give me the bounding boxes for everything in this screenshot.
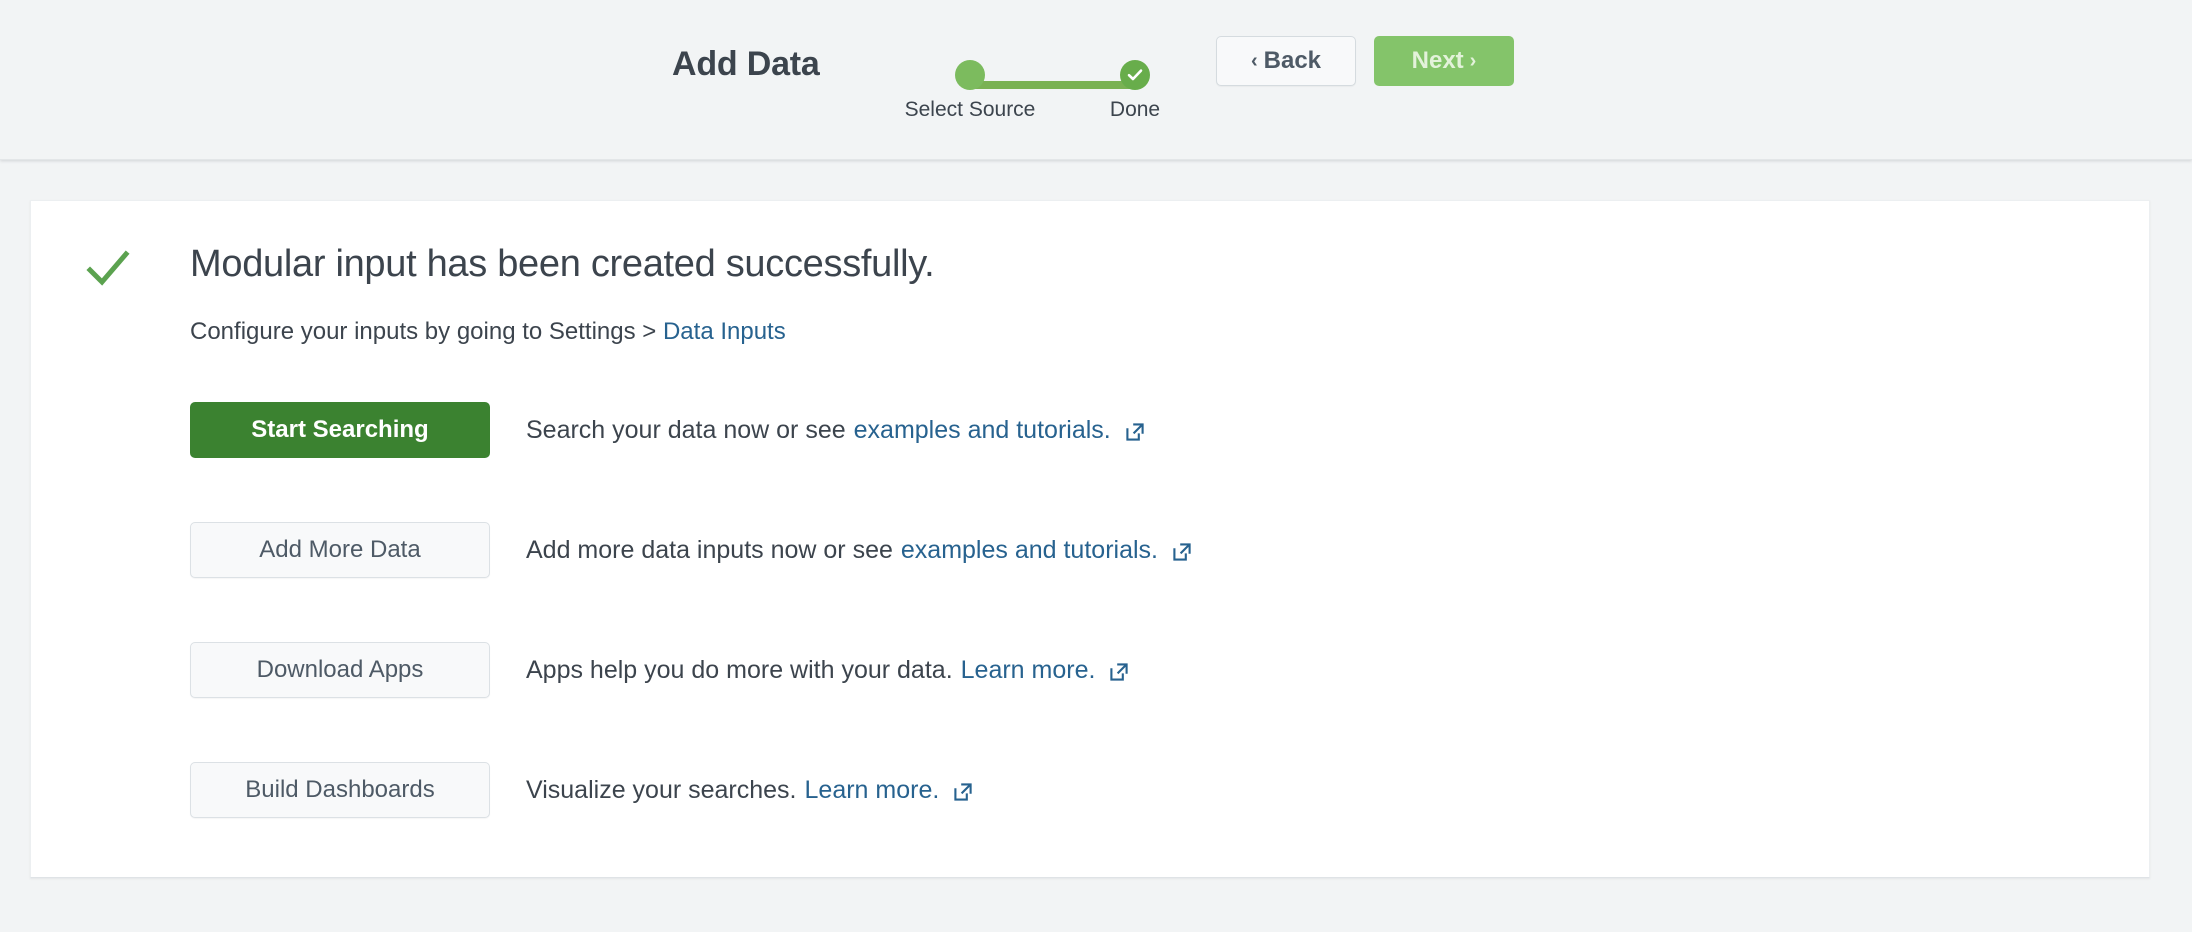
action-row-text: Search your data now or see examples and… — [526, 402, 1145, 458]
learn-more-link[interactable]: Learn more. — [961, 656, 1096, 685]
chevron-left-icon: ‹ — [1251, 50, 1258, 73]
button-label: Add More Data — [259, 536, 420, 564]
action-row-text: Visualize your searches. Learn more. — [526, 762, 973, 818]
next-button-label: Next — [1412, 47, 1464, 75]
build-dashboards-button[interactable]: Build Dashboards — [190, 762, 490, 818]
app-header: Add Data Select Source Done ‹ Back Next … — [0, 0, 2192, 160]
row-text-prefix: Add more data inputs now or see — [526, 536, 893, 565]
external-link-icon[interactable] — [953, 782, 973, 802]
external-link-icon[interactable] — [1109, 662, 1129, 682]
stepper-label-done: Done — [1110, 98, 1160, 122]
button-label: Start Searching — [251, 416, 428, 444]
back-button-label: Back — [1264, 47, 1321, 75]
page-title: Add Data — [672, 45, 820, 84]
progress-stepper: Select Source Done — [900, 30, 1200, 120]
examples-and-tutorials-link[interactable]: examples and tutorials. — [901, 536, 1158, 565]
success-title: Modular input has been created successfu… — [190, 243, 934, 286]
action-row: Build Dashboards Visualize your searches… — [190, 762, 1990, 882]
stepper-node-select-source[interactable] — [955, 60, 985, 90]
stepper-node-done[interactable] — [1120, 60, 1150, 90]
button-label: Build Dashboards — [245, 776, 434, 804]
action-rows: Start Searching Search your data now or … — [190, 402, 1990, 882]
success-subtitle: Configure your inputs by going to Settin… — [190, 318, 786, 346]
examples-and-tutorials-link[interactable]: examples and tutorials. — [854, 416, 1111, 445]
start-searching-button[interactable]: Start Searching — [190, 402, 490, 458]
action-row: Download Apps Apps help you do more with… — [190, 642, 1990, 762]
check-icon — [1120, 60, 1150, 90]
action-row-text: Add more data inputs now or see examples… — [526, 522, 1192, 578]
row-text-prefix: Search your data now or see — [526, 416, 846, 445]
row-text-prefix: Visualize your searches. — [526, 776, 797, 805]
learn-more-link[interactable]: Learn more. — [805, 776, 940, 805]
chevron-right-icon: › — [1470, 50, 1477, 73]
external-link-icon[interactable] — [1172, 542, 1192, 562]
button-label: Download Apps — [257, 656, 424, 684]
action-row: Add More Data Add more data inputs now o… — [190, 522, 1990, 642]
action-row: Start Searching Search your data now or … — [190, 402, 1990, 522]
stepper-track — [970, 81, 1135, 89]
stepper-label-select-source: Select Source — [905, 98, 1036, 122]
data-inputs-link[interactable]: Data Inputs — [663, 318, 786, 345]
add-more-data-button[interactable]: Add More Data — [190, 522, 490, 578]
success-check-icon — [85, 246, 131, 292]
download-apps-button[interactable]: Download Apps — [190, 642, 490, 698]
action-row-text: Apps help you do more with your data. Le… — [526, 642, 1129, 698]
external-link-icon[interactable] — [1125, 422, 1145, 442]
row-text-prefix: Apps help you do more with your data. — [526, 656, 953, 685]
next-button[interactable]: Next › — [1374, 36, 1514, 86]
back-button[interactable]: ‹ Back — [1216, 36, 1356, 86]
subtitle-text: Configure your inputs by going to Settin… — [190, 318, 663, 345]
